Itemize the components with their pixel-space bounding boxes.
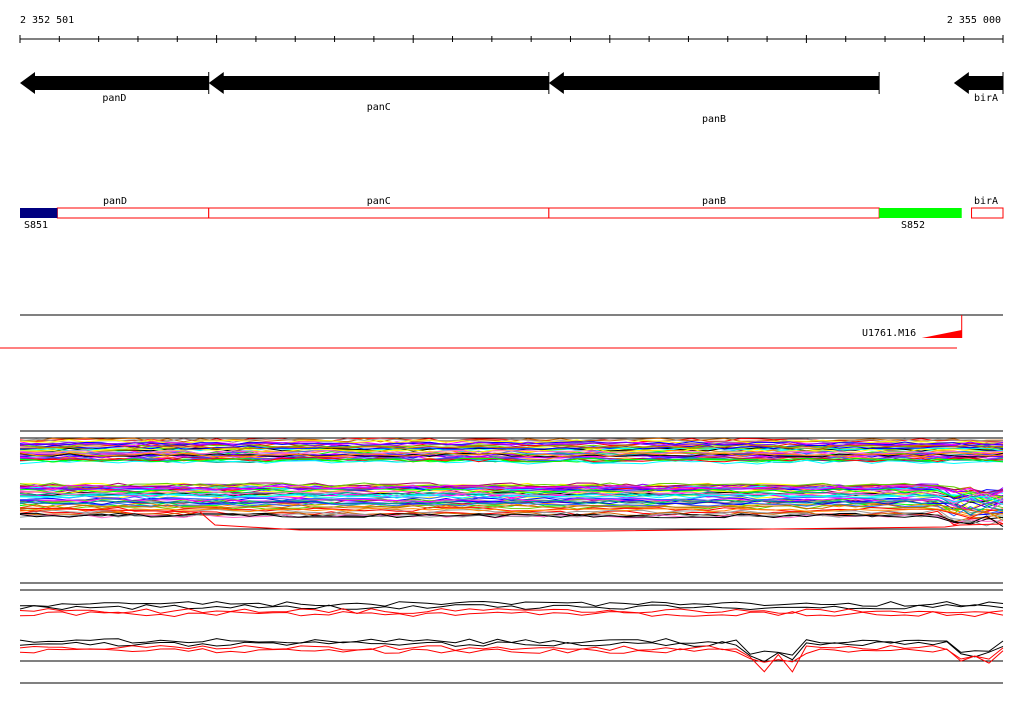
- gene-track: panD panC panB birA: [20, 72, 1004, 125]
- gene-arrow-panB[interactable]: [548, 72, 880, 94]
- transcript-label[interactable]: U1761.M16: [862, 328, 916, 339]
- transcript-track: U1761.M16: [0, 314, 1003, 349]
- gene-arrow-birA[interactable]: [953, 72, 1003, 94]
- segment-label-S852: S852: [901, 220, 925, 231]
- segment-S851[interactable]: [20, 208, 58, 218]
- operon-box-panD[interactable]: [56, 207, 210, 219]
- profile-line-b: [19, 604, 1004, 611]
- gene-label-panB[interactable]: panB: [702, 114, 726, 125]
- segment-label-S851: S851: [24, 220, 48, 231]
- operon-label-birA: birA: [974, 196, 998, 207]
- genome-browser-view: 2 352 501 2 355 000 panD panC panB birA pan…: [0, 15, 1004, 684]
- gene-label-panC[interactable]: panC: [367, 102, 391, 113]
- gene-label-panD[interactable]: panD: [102, 93, 126, 104]
- panel-a-profile-lines: [19, 437, 1004, 532]
- coordinate-ruler: 2 352 501 2 355 000: [19, 15, 1004, 43]
- gene-arrow-panD[interactable]: [20, 72, 209, 94]
- profile-line-b: [19, 645, 1004, 673]
- operon-box-birA[interactable]: [971, 207, 1004, 219]
- ruler-end-label: 2 355 000: [947, 15, 1001, 26]
- operon-label-panD: panD: [103, 196, 127, 207]
- operon-box-panB[interactable]: [548, 207, 880, 219]
- operon-track: panD panC panB birA S851 S852: [20, 196, 1004, 231]
- ruler-start-label: 2 352 501: [20, 15, 74, 26]
- transcript-end-marker[interactable]: [921, 330, 962, 338]
- operon-label-panB: panB: [702, 196, 726, 207]
- expression-profile-panel-b: [19, 582, 1004, 684]
- profile-line-b: [19, 638, 1004, 656]
- expression-profile-panel-a: [19, 430, 1004, 532]
- gene-label-birA[interactable]: birA: [974, 93, 998, 104]
- gene-arrow-panC[interactable]: [208, 72, 549, 94]
- segment-S852[interactable]: [879, 208, 962, 218]
- operon-label-panC: panC: [367, 196, 391, 207]
- operon-box-panC[interactable]: [208, 207, 550, 219]
